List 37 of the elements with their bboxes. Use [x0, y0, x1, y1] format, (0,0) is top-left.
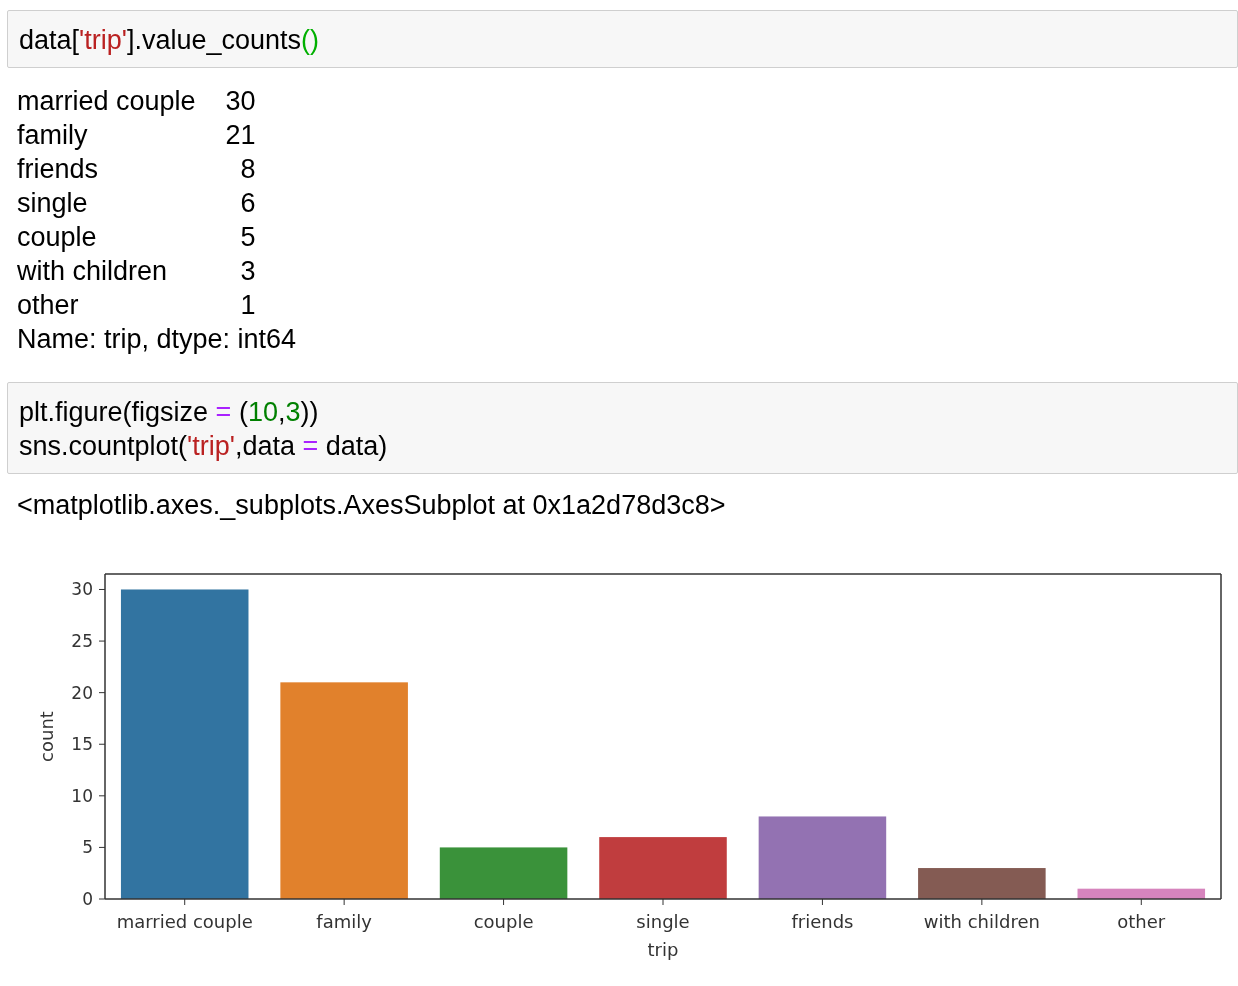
index-label: single	[17, 187, 89, 220]
x-tick-label: family	[316, 911, 372, 932]
x-tick-label: single	[636, 911, 690, 932]
count-value: 30	[224, 85, 256, 118]
index-label: other	[17, 289, 80, 322]
x-tick-label: with children	[923, 911, 1040, 932]
x-axis-label: trip	[647, 939, 679, 960]
x-tick-label: friends	[791, 911, 854, 932]
code-line: plt.figure(figsize = (10,3))	[19, 396, 320, 429]
y-tick-label: 10	[71, 785, 93, 806]
y-axis-label: count	[36, 711, 57, 762]
y-tick-label: 25	[71, 631, 93, 652]
y-tick-label: 20	[71, 682, 93, 703]
index-label: friends	[17, 153, 100, 186]
count-value: 3	[239, 255, 256, 288]
series-footer: Name: trip, dtype: int64	[17, 322, 1238, 356]
code-line: sns.countplot('trip',data = data)	[19, 430, 389, 463]
count-value: 8	[239, 153, 256, 186]
index-label: couple	[17, 221, 98, 254]
output-text: <matplotlib.axes._subplots.AxesSubplot at 0x1a2d78d3c8>	[17, 490, 726, 520]
x-tick-label: other	[1117, 911, 1166, 932]
x-tick-label: couple	[473, 911, 534, 932]
code-cell[interactable]: plt.figure(figsize = (10,3)) sns.countplot('trip',data = data)	[7, 382, 1238, 474]
count-value: 6	[239, 187, 256, 220]
count-value: 1	[239, 289, 256, 322]
index-label: family	[17, 119, 89, 152]
count-value: 21	[224, 119, 256, 152]
code-cell[interactable]: data['trip'].value_counts()	[7, 10, 1238, 68]
y-tick-label: 30	[71, 579, 93, 600]
y-tick-label: 15	[71, 734, 93, 755]
index-label: married couple	[17, 85, 196, 118]
count-value: 5	[239, 221, 256, 254]
index-label: with children	[17, 255, 169, 288]
x-tick-label: married couple	[116, 911, 253, 932]
y-tick-label: 5	[82, 837, 93, 858]
y-tick-label: 0	[82, 889, 93, 909]
code-line: data['trip'].value_counts()	[19, 24, 320, 57]
